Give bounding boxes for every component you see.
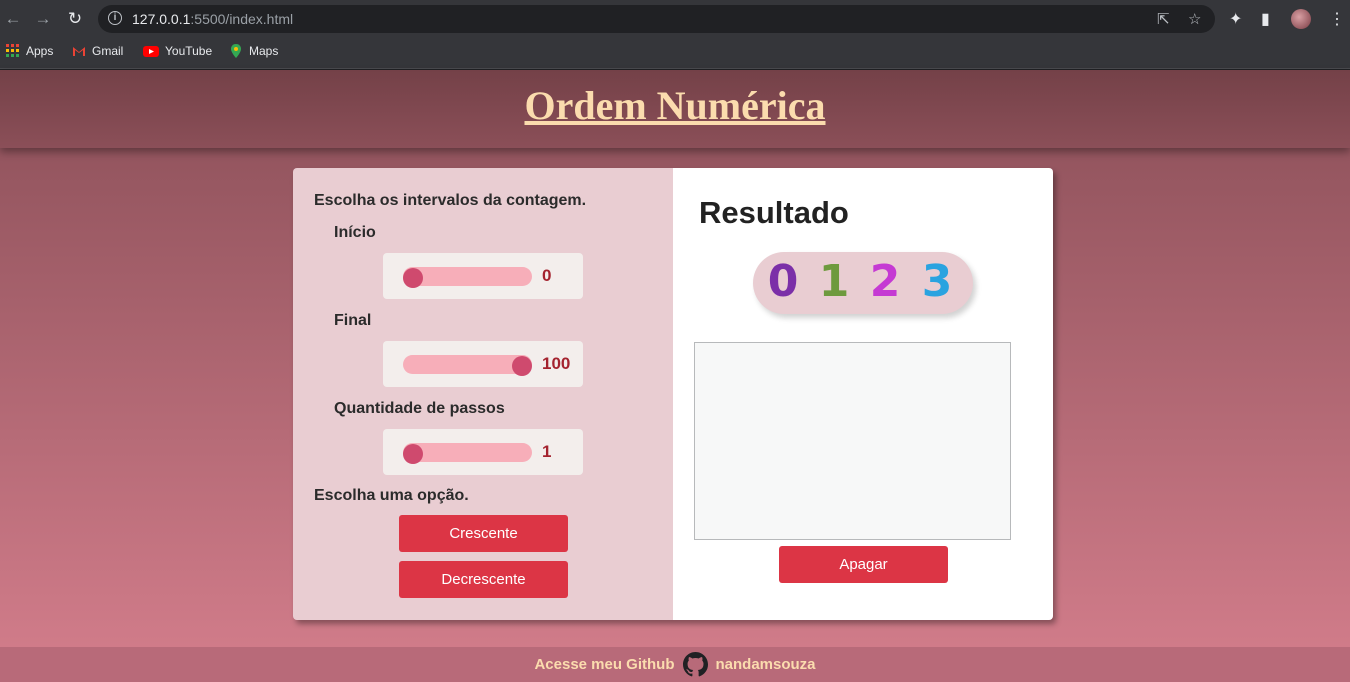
back-icon[interactable]: ← — [3, 9, 23, 29]
final-value: 100 — [542, 354, 571, 373]
result-title: Resultado — [699, 195, 849, 230]
youtube-icon — [143, 46, 159, 57]
apps-grid-icon — [6, 44, 19, 57]
passos-slider-box: 1 — [383, 429, 583, 475]
github-username[interactable]: nandamsouza — [716, 656, 816, 673]
decrescente-button[interactable]: Decrescente — [399, 561, 568, 598]
extensions-icon[interactable]: ✦ — [1229, 9, 1242, 29]
bookmark-youtube[interactable]: YouTube — [143, 44, 212, 58]
passos-slider[interactable] — [403, 443, 532, 464]
reload-icon[interactable]: ↻ — [65, 9, 85, 29]
inicio-value: 0 — [542, 266, 552, 285]
inicio-label: Início — [334, 224, 376, 241]
numbers-illustration: 0 1 2 3 — [753, 252, 973, 314]
star-icon[interactable]: ☆ — [1188, 10, 1201, 28]
final-slider-box: 100 — [383, 341, 583, 387]
inicio-slider[interactable] — [403, 267, 532, 288]
url-text[interactable]: 127.0.0.1:5500/index.html — [132, 11, 293, 27]
maps-icon — [231, 44, 241, 58]
result-panel: Resultado 0 1 2 3 Apagar — [673, 168, 1053, 620]
address-bar[interactable]: i 127.0.0.1:5500/index.html ⇱ ☆ — [98, 5, 1215, 33]
crescente-button[interactable]: Crescente — [399, 515, 568, 552]
digit-two: 2 — [869, 256, 901, 307]
page-content: Ordem Numérica Escolha os intervalos da … — [0, 70, 1350, 682]
bookmarks-bar: Apps Gmail YouTube Maps — [0, 38, 1350, 69]
final-slider[interactable] — [403, 355, 532, 376]
final-slider-thumb[interactable] — [512, 356, 532, 376]
page-title: Ordem Numérica — [524, 83, 826, 128]
apagar-button[interactable]: Apagar — [779, 546, 948, 583]
footer-text: Acesse meu Github — [534, 656, 675, 673]
forward-icon[interactable]: → — [33, 9, 53, 29]
bookmark-apps[interactable]: Apps — [6, 44, 53, 58]
github-icon[interactable] — [682, 652, 708, 677]
main-card: Escolha os intervalos da contagem. Iníci… — [293, 168, 1053, 620]
page-footer: Acesse meu Github nandamsouza — [0, 647, 1350, 682]
passos-value: 1 — [542, 442, 552, 461]
profile-avatar[interactable] — [1291, 9, 1311, 29]
inicio-slider-thumb[interactable] — [403, 268, 423, 288]
browser-toolbar: ← → ↻ i 127.0.0.1:5500/index.html ⇱ ☆ ✦ … — [0, 0, 1350, 38]
option-instruction: Escolha uma opção. — [314, 487, 469, 504]
inicio-slider-box: 0 — [383, 253, 583, 299]
side-panel-icon[interactable]: ▮ — [1261, 9, 1270, 29]
controls-panel: Escolha os intervalos da contagem. Iníci… — [293, 168, 673, 620]
bookmark-gmail[interactable]: Gmail — [72, 44, 123, 58]
gmail-icon — [73, 47, 85, 56]
digit-three: 3 — [921, 256, 953, 307]
share-icon[interactable]: ⇱ — [1157, 10, 1170, 28]
digit-zero: 0 — [767, 256, 799, 307]
menu-icon[interactable]: ⋮ — [1329, 9, 1345, 29]
bookmark-maps[interactable]: Maps — [229, 44, 278, 58]
intervals-instruction: Escolha os intervalos da contagem. — [314, 192, 587, 209]
passos-label: Quantidade de passos — [334, 400, 505, 417]
passos-slider-thumb[interactable] — [403, 444, 423, 464]
result-output[interactable] — [694, 342, 1011, 540]
page-header: Ordem Numérica — [0, 70, 1350, 148]
site-info-icon[interactable]: i — [108, 11, 122, 25]
final-label: Final — [334, 312, 372, 329]
digit-one: 1 — [818, 256, 850, 307]
